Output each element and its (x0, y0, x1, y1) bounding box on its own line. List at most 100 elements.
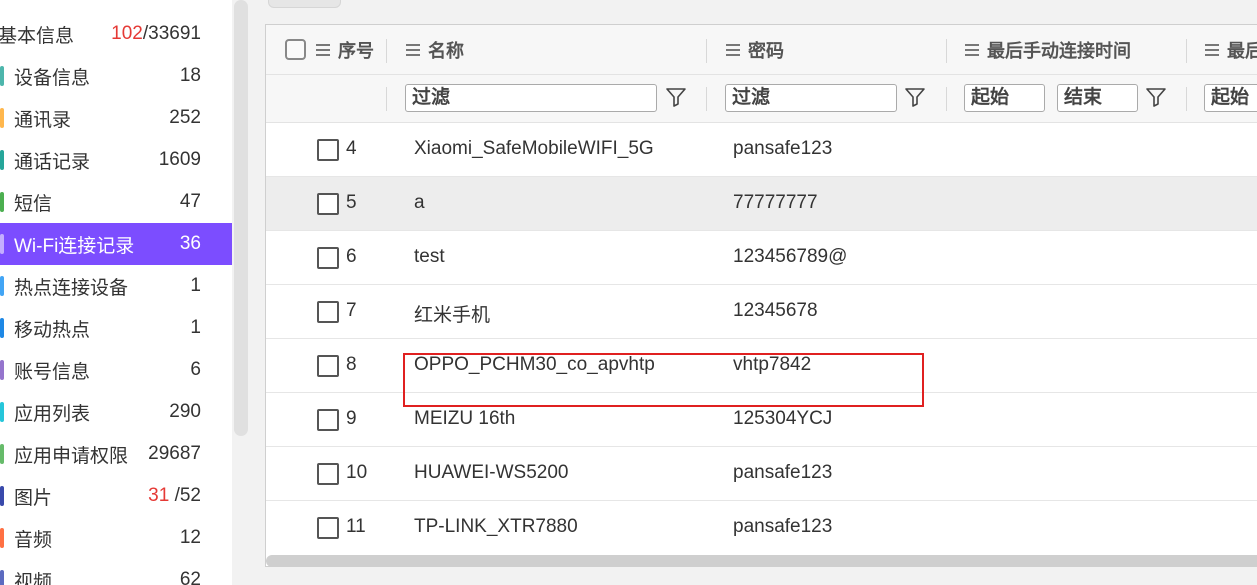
table-row[interactable]: 4 Xiaomi_SafeMobileWIFI_5G pansafe123 (266, 123, 1257, 177)
sidebar-item-label: Wi-Fi连接记录 (14, 235, 135, 257)
row-password: pansafe123 (733, 516, 833, 537)
end-date-input[interactable]: 结束 (1057, 84, 1138, 112)
table-row[interactable]: 9 MEIZU 16th 125304YCJ (266, 393, 1257, 447)
category-color-marker (0, 108, 4, 128)
start-date-input-2[interactable]: 起始 (1204, 84, 1257, 112)
sidebar-item[interactable]: 音频 12 (0, 517, 232, 559)
column-header-password[interactable]: 密码 (726, 25, 784, 75)
sidebar-item-count-value: 62 (179, 569, 201, 585)
top-tab-stub[interactable] (268, 0, 341, 8)
funnel-icon[interactable] (1145, 86, 1167, 108)
sidebar-item-count-value: /52 (169, 485, 201, 506)
column-separator[interactable] (386, 39, 387, 63)
sidebar-item-count-value: 1 (190, 317, 201, 338)
category-color-marker (0, 276, 4, 296)
row-index: 5 (346, 192, 357, 213)
sidebar-item[interactable]: Wi-Fi连接记录 36 (0, 223, 232, 265)
row-checkbox[interactable] (317, 247, 339, 269)
sidebar-scrollbar[interactable] (234, 0, 248, 436)
sidebar-item[interactable]: 热点连接设备 1 (0, 265, 232, 307)
column-separator[interactable] (706, 39, 707, 63)
sidebar-item-count: 290 (169, 401, 201, 423)
column-header-last-manual-connect-label: 最后手动连接时间 (987, 41, 1131, 61)
row-checkbox[interactable] (317, 517, 339, 539)
horizontal-scrollbar[interactable] (266, 555, 1257, 566)
sidebar-item-count: 12 (180, 527, 201, 549)
filter-separator (1186, 87, 1187, 111)
row-name: TP-LINK_XTR7880 (414, 516, 578, 537)
list-icon (726, 44, 740, 56)
sidebar-item[interactable]: 通讯录 252 (0, 97, 232, 139)
list-icon (406, 44, 420, 56)
row-password: 12345678 (733, 300, 818, 321)
row-index: 6 (346, 246, 357, 267)
row-checkbox[interactable] (317, 193, 339, 215)
sidebar-item[interactable]: 账号信息 6 (0, 349, 232, 391)
column-header-name[interactable]: 名称 (406, 25, 464, 75)
sidebar-item[interactable]: 视频 62 (0, 559, 232, 585)
table-row[interactable]: 6 test 123456789@ (266, 231, 1257, 285)
column-header-last-partial-label: 最后 (1227, 41, 1257, 61)
list-icon (965, 44, 979, 56)
column-separator[interactable] (1186, 39, 1187, 63)
funnel-icon[interactable] (665, 86, 687, 108)
row-checkbox[interactable] (317, 139, 339, 161)
sidebar-item-label: 基本信息 (0, 25, 75, 47)
sidebar-item-label: 音频 (14, 529, 53, 551)
column-separator[interactable] (946, 39, 947, 63)
column-header-last-manual-connect[interactable]: 最后手动连接时间 (965, 25, 1131, 75)
sidebar-item[interactable]: 基本信息 102/33691 (0, 13, 232, 55)
sidebar-item[interactable]: 通话记录 1609 (0, 139, 232, 181)
row-password: pansafe123 (733, 462, 833, 483)
category-color-marker (0, 66, 4, 86)
sidebar-item-count-value: 6 (190, 359, 201, 380)
row-index: 9 (346, 408, 357, 429)
category-color-marker (0, 444, 4, 464)
funnel-icon[interactable] (904, 86, 926, 108)
sidebar-item[interactable]: 应用列表 290 (0, 391, 232, 433)
row-checkbox[interactable] (317, 355, 339, 377)
sidebar-item-count: 1609 (159, 149, 201, 171)
sidebar-item-label: 通讯录 (14, 109, 72, 131)
row-index: 8 (346, 354, 357, 375)
table-row[interactable]: 11 TP-LINK_XTR7880 pansafe123 (266, 501, 1257, 553)
sidebar-item-label: 应用申请权限 (14, 445, 129, 467)
start-date-input[interactable]: 起始 (964, 84, 1045, 112)
row-password: 125304YCJ (733, 408, 833, 429)
column-header-last-partial[interactable]: 最后 (1205, 25, 1257, 75)
select-all-checkbox[interactable] (285, 39, 306, 60)
sidebar-item-count-highlight: 102 (111, 23, 143, 44)
sidebar-item-count-value: 47 (179, 191, 201, 212)
sidebar-item-count-value: 12 (179, 527, 201, 548)
sidebar-item-label: 短信 (14, 193, 53, 215)
sidebar-item-count: 18 (180, 65, 201, 87)
sidebar-item-count-highlight: 31 (148, 485, 170, 506)
password-filter-input[interactable]: 过滤 (725, 84, 897, 112)
column-header-index[interactable]: 序号 (316, 25, 374, 75)
sidebar-item-label: 视频 (14, 571, 53, 585)
row-name: OPPO_PCHM30_co_apvhtp (414, 354, 655, 375)
sidebar-item-label: 移动热点 (14, 319, 91, 341)
sidebar-item-count-value: 1 (190, 275, 201, 296)
sidebar-item-count-value: 252 (169, 107, 201, 128)
row-checkbox[interactable] (317, 463, 339, 485)
filter-separator (946, 87, 947, 111)
sidebar-item-count-value: /33691 (142, 23, 201, 44)
sidebar-item[interactable]: 短信 47 (0, 181, 232, 223)
row-checkbox[interactable] (317, 301, 339, 323)
table-row[interactable]: 7 红米手机 12345678 (266, 285, 1257, 339)
category-color-marker (0, 528, 4, 548)
sidebar-item[interactable]: 移动热点 1 (0, 307, 232, 349)
sidebar-item-label: 图片 (14, 487, 53, 509)
table-row[interactable]: 5 a 77777777 (266, 177, 1257, 231)
table-row[interactable]: 8 OPPO_PCHM30_co_apvhtp vhtp7842 (266, 339, 1257, 393)
sidebar-item-count: 31 /52 (148, 485, 201, 507)
name-filter-input[interactable]: 过滤 (405, 84, 657, 112)
row-index: 4 (346, 138, 357, 159)
sidebar-item[interactable]: 设备信息 18 (0, 55, 232, 97)
sidebar-item[interactable]: 应用申请权限 29687 (0, 433, 232, 475)
table-row[interactable]: 10 HUAWEI-WS5200 pansafe123 (266, 447, 1257, 501)
row-checkbox[interactable] (317, 409, 339, 431)
sidebar-item[interactable]: 图片 31 /52 (0, 475, 232, 517)
row-password: pansafe123 (733, 138, 833, 159)
